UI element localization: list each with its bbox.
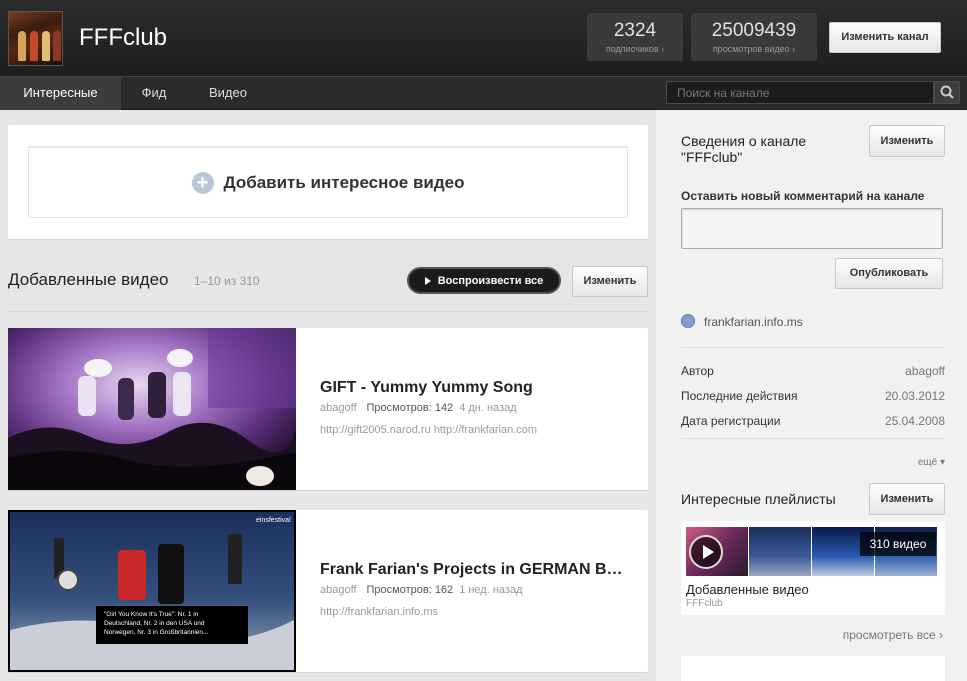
- play-icon[interactable]: [689, 535, 723, 569]
- video-author-1[interactable]: abagoff: [320, 402, 357, 414]
- sidebar-next-card: [681, 656, 945, 681]
- sidebar-divider: [681, 347, 945, 348]
- video-overlay-text: "Girl You Know It's True": Nr. 1 in Deut…: [104, 611, 209, 636]
- video-author-2[interactable]: abagoff: [320, 584, 357, 596]
- channel-search-input[interactable]: [666, 81, 934, 104]
- search-icon: [940, 85, 954, 99]
- registered-value: 25.04.2008: [884, 414, 945, 428]
- last-activity-label: Последние действия: [681, 389, 798, 403]
- tab-featured[interactable]: Интересные: [0, 77, 121, 110]
- video-description-2: http://frankfarian.info.ms: [320, 606, 438, 618]
- edit-uploads-button[interactable]: Изменить: [572, 266, 648, 297]
- registered-label: Дата регистрации: [681, 414, 781, 428]
- channel-website-link[interactable]: frankfarian.info.ms: [704, 315, 803, 329]
- video-card-2[interactable]: einsfestival "Girl You Know It's True": …: [8, 510, 648, 672]
- subscribers-stat[interactable]: 2324 подписчиков ›: [587, 13, 683, 61]
- channel-name: FFFclub: [79, 24, 168, 51]
- channel-avatar[interactable]: [8, 11, 63, 66]
- search-button[interactable]: [934, 81, 960, 104]
- featured-playlists-title: Интересные плейлисты: [681, 491, 836, 507]
- view-all-playlists-link[interactable]: просмотреть все ›: [843, 628, 943, 642]
- video-age-1: 4 дн. назад: [459, 402, 517, 414]
- playlist-video-count: 310 видео: [860, 532, 936, 556]
- video-views-2: Просмотров: 162: [366, 584, 454, 596]
- video-thumbnail-2[interactable]: einsfestival "Girl You Know It's True": …: [8, 510, 296, 672]
- subscribers-label: подписчиков ›: [605, 44, 665, 54]
- views-label: просмотров видео ›: [712, 44, 796, 54]
- video-title-2[interactable]: Frank Farian's Projects in GERMAN B…: [320, 561, 623, 579]
- video-thumbnail-image-1: [8, 328, 296, 490]
- sidebar-divider: [681, 438, 945, 439]
- comment-label: Оставить новый комментарий на канале: [681, 189, 925, 203]
- plus-icon: +: [191, 171, 214, 194]
- add-featured-video-label: Добавить интересное видео: [223, 172, 465, 192]
- last-activity-value: 20.03.2012: [884, 389, 945, 403]
- uploads-section-title: Добавленные видео: [8, 270, 169, 289]
- play-icon: [424, 276, 431, 285]
- channel-header: FFFclub 2324 подписчиков › 25009439 прос…: [0, 0, 967, 77]
- add-featured-video-button[interactable]: + Добавить интересное видео: [28, 146, 628, 218]
- publish-button[interactable]: Опубликовать: [835, 258, 943, 289]
- globe-icon: [681, 314, 695, 328]
- video-views-1: Просмотров: 142: [366, 402, 454, 414]
- section-divider: [8, 311, 648, 312]
- playlist-owner: FFFclub: [686, 598, 723, 609]
- video-meta-1: abagoff Просмотров: 142 4 дн. назад: [320, 402, 517, 414]
- video-title-1[interactable]: GIFT - Yummy Yummy Song: [320, 379, 533, 397]
- about-channel-title: Сведения о канале "FFFclub": [681, 133, 807, 165]
- video-card-1[interactable]: GIFT - Yummy Yummy Song abagoff Просмотро…: [8, 328, 648, 490]
- playlist-thumbnail: [749, 527, 811, 576]
- play-all-button[interactable]: Воспроизвести все: [407, 267, 561, 294]
- comment-textarea[interactable]: [681, 208, 943, 249]
- video-thumbnail-image-2: einsfestival "Girl You Know It's True": …: [10, 512, 294, 670]
- tab-feed[interactable]: Фид: [121, 77, 187, 110]
- channel-watermark: einsfestival: [256, 517, 291, 524]
- play-all-label: Воспроизвести все: [437, 274, 544, 287]
- playlist-name[interactable]: Добавленные видео: [686, 582, 809, 597]
- more-toggle[interactable]: ещё ▾: [918, 457, 945, 468]
- video-age-2: 1 нед. назад: [459, 584, 523, 596]
- views-stat[interactable]: 25009439 просмотров видео ›: [691, 13, 817, 61]
- edit-about-button[interactable]: Изменить: [869, 125, 945, 157]
- video-thumbnail-1[interactable]: [8, 328, 296, 490]
- author-value[interactable]: abagoff: [905, 364, 945, 378]
- author-label: Автор: [681, 364, 714, 378]
- tab-videos[interactable]: Видео: [187, 77, 269, 110]
- views-count: 25009439: [711, 20, 797, 41]
- uploads-count: 1–10 из 310: [194, 274, 260, 288]
- edit-playlists-button[interactable]: Изменить: [869, 483, 945, 515]
- video-description-1: http://gift2005.narod.ru http://frankfar…: [320, 424, 538, 436]
- video-meta-2: abagoff Просмотров: 162 1 нед. назад: [320, 584, 523, 596]
- edit-channel-button[interactable]: Изменить канал: [829, 22, 941, 53]
- subscribers-count: 2324: [613, 20, 657, 41]
